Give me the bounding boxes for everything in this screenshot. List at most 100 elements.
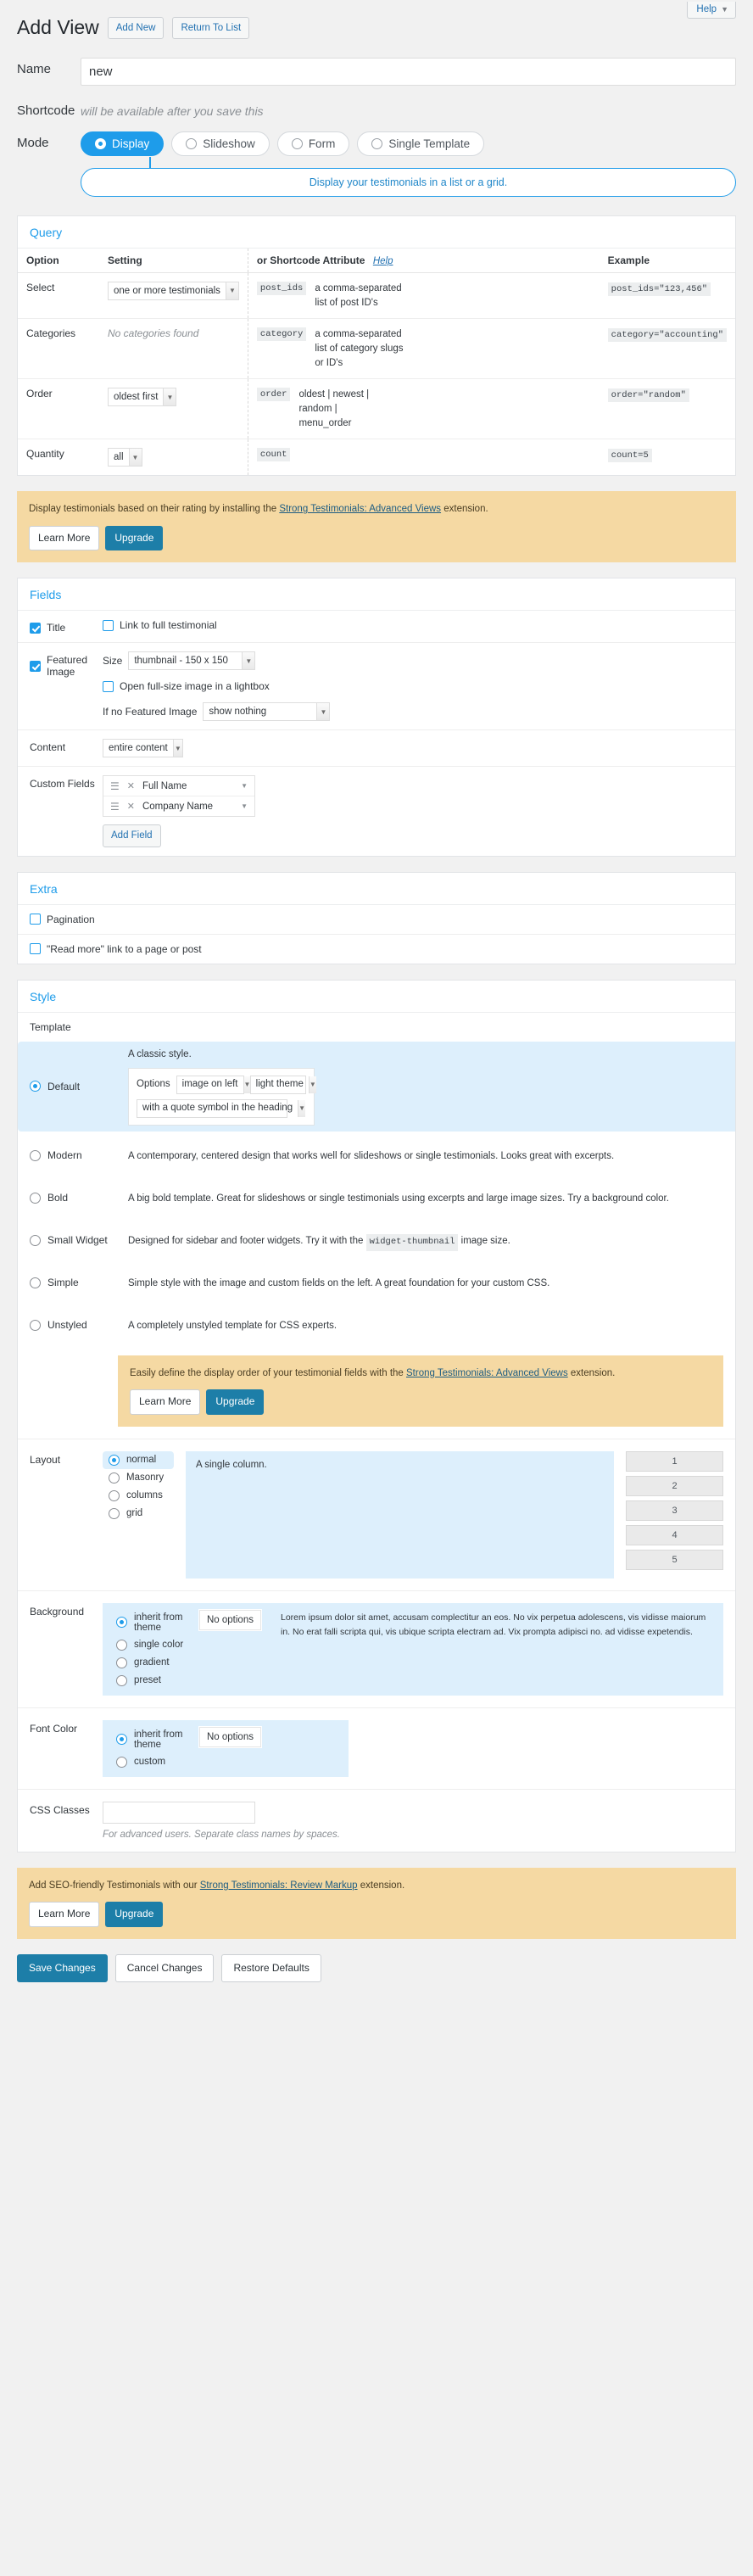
return-to-list-button[interactable]: Return To List	[172, 16, 250, 40]
page-title: Add View	[17, 16, 99, 38]
background-label: Background	[30, 1605, 85, 1618]
help-tab-button[interactable]: Help ▼	[687, 2, 736, 19]
rating-notice-after: extension.	[441, 504, 488, 515]
read-more-checkbox[interactable]	[30, 943, 41, 955]
css-classes-label: CSS Classes	[30, 1803, 90, 1816]
add-field-button[interactable]: Add Field	[103, 824, 161, 847]
extra-row-pagination: Pagination	[18, 905, 735, 935]
background-option-single-color[interactable]: single color	[110, 1636, 198, 1654]
default-options-box: Options image on left ▼ light theme ▼ wi…	[128, 1068, 316, 1126]
advanced-views-link[interactable]: Strong Testimonials: Advanced Views	[406, 1368, 568, 1378]
font-color-no-options: No options	[198, 1725, 262, 1748]
query-row-setting: oldest first ▼	[99, 378, 248, 440]
content-dropdown[interactable]: entire content ▼	[103, 739, 183, 758]
list-item[interactable]: ☰ ✕ Full Name ▼	[103, 776, 254, 797]
query-row-example: count=5	[600, 439, 735, 476]
learn-more-button[interactable]: Learn More	[29, 1902, 100, 1927]
lightbox-checkbox[interactable]	[103, 680, 114, 692]
layout-option-columns[interactable]: columns	[103, 1487, 174, 1505]
if-no-featured-image-dropdown[interactable]: show nothing ▼	[203, 702, 331, 722]
query-row-setting: one or more testimonials ▼	[99, 272, 248, 320]
drag-handle-icon[interactable]: ☰	[110, 802, 120, 812]
learn-more-button[interactable]: Learn More	[29, 525, 100, 551]
pagination-checkbox[interactable]	[30, 914, 41, 925]
template-radio-unstyled[interactable]: Unstyled	[18, 1313, 120, 1337]
quantity-dropdown[interactable]: all ▼	[108, 448, 142, 467]
featured-image-checkbox[interactable]	[30, 660, 41, 672]
query-row-setting: No categories found	[99, 318, 248, 380]
query-row-attribute: post_ids a comma-separated list of post …	[248, 272, 600, 320]
learn-more-button[interactable]: Learn More	[130, 1389, 201, 1415]
remove-icon[interactable]: ✕	[127, 780, 135, 791]
background-option-preset[interactable]: preset	[110, 1672, 198, 1690]
background-option-inherit[interactable]: inherit from theme	[110, 1609, 198, 1636]
radio-icon	[109, 1489, 120, 1501]
mode-pill-display[interactable]: Display	[81, 131, 165, 156]
image-size-dropdown[interactable]: thumbnail - 150 x 150 ▼	[128, 651, 256, 671]
order-notice-before: Easily define the display order of your …	[130, 1368, 406, 1379]
template-radio-bold[interactable]: Bold	[18, 1186, 120, 1210]
field-order-upgrade-notice: Easily define the display order of your …	[118, 1355, 723, 1427]
mode-pill-single-template[interactable]: Single Template	[357, 131, 485, 156]
background-option-gradient-label: gradient	[134, 1657, 170, 1668]
restore-defaults-button[interactable]: Restore Defaults	[221, 1953, 321, 1983]
css-classes-input[interactable]	[103, 1801, 255, 1824]
template-radio-simple[interactable]: Simple	[18, 1271, 120, 1294]
layout-option-grid[interactable]: grid	[103, 1505, 174, 1523]
admin-page: Help ▼ Add View Add New Return To List Na…	[0, 0, 753, 2016]
image-size-value: thumbnail - 150 x 150	[134, 656, 228, 667]
order-dropdown[interactable]: oldest first ▼	[108, 388, 177, 407]
mode-pill-slideshow[interactable]: Slideshow	[171, 131, 270, 156]
if-no-featured-image-label: If no Featured Image	[103, 706, 198, 718]
mode-pill-form-label: Form	[308, 137, 336, 150]
upgrade-button[interactable]: Upgrade	[105, 1902, 164, 1927]
template-name-unstyled: Unstyled	[47, 1319, 87, 1332]
chevron-down-icon[interactable]: ▼	[241, 782, 248, 790]
query-help-link[interactable]: Help	[373, 256, 393, 266]
save-changes-button[interactable]: Save Changes	[17, 1953, 108, 1983]
name-input[interactable]	[81, 57, 736, 86]
template-label: Template	[30, 1020, 71, 1033]
radio-icon	[30, 1149, 41, 1161]
drag-handle-icon[interactable]: ☰	[110, 781, 120, 791]
template-row-simple: Simple Simple style with the image and c…	[18, 1271, 735, 1299]
template-name-simple: Simple	[47, 1277, 79, 1289]
advanced-views-link[interactable]: Strong Testimonials: Advanced Views	[279, 504, 441, 514]
link-to-full-testimonial-checkbox[interactable]	[103, 619, 114, 631]
query-panel-title: Query	[18, 216, 735, 249]
radio-icon	[30, 1192, 41, 1204]
no-categories-text: No categories found	[108, 327, 199, 340]
add-new-button[interactable]: Add New	[107, 16, 165, 40]
mode-pill-form[interactable]: Form	[276, 131, 350, 156]
query-row-attribute: order oldest | newest | random | menu_or…	[248, 378, 600, 440]
list-item[interactable]: ☰ ✕ Company Name ▼	[103, 796, 254, 816]
layout-option-masonry[interactable]: Masonry	[103, 1469, 174, 1487]
chevron-down-icon[interactable]: ▼	[241, 802, 248, 810]
custom-field-name: Full Name	[142, 780, 187, 791]
template-radio-small-widget[interactable]: Small Widget	[18, 1228, 120, 1252]
layout-row: Layout normal Masonry columns grid A sin…	[18, 1439, 735, 1591]
option-quote-symbol-dropdown[interactable]: with a quote symbol in the heading ▼	[137, 1099, 306, 1119]
upgrade-button[interactable]: Upgrade	[105, 525, 164, 551]
radio-icon	[109, 1472, 120, 1484]
template-radio-modern[interactable]: Modern	[18, 1143, 120, 1167]
cancel-changes-button[interactable]: Cancel Changes	[114, 1953, 215, 1983]
layout-option-normal[interactable]: normal	[103, 1450, 174, 1469]
option-image-position-dropdown[interactable]: image on left ▼	[176, 1076, 251, 1095]
select-testimonials-dropdown[interactable]: one or more testimonials ▼	[108, 281, 239, 300]
chevron-down-icon: ▼	[172, 740, 182, 757]
upgrade-button[interactable]: Upgrade	[206, 1389, 265, 1415]
shortcode-hint: will be available after you save this	[81, 103, 264, 118]
review-markup-link[interactable]: Strong Testimonials: Review Markup	[200, 1880, 358, 1891]
query-col-attribute-label: or Shortcode Attribute	[256, 254, 365, 266]
title-checkbox[interactable]	[30, 622, 41, 634]
background-option-gradient[interactable]: gradient	[110, 1654, 198, 1672]
example-code: category="accounting"	[607, 328, 727, 343]
background-preview-text: Lorem ipsum dolor sit amet, accusam comp…	[280, 1612, 706, 1638]
template-radio-default[interactable]: Default	[18, 1041, 120, 1132]
font-color-option-custom[interactable]: custom	[110, 1753, 198, 1771]
template-name-modern: Modern	[47, 1149, 82, 1162]
font-color-option-inherit[interactable]: inherit from theme	[110, 1726, 198, 1753]
option-theme-dropdown[interactable]: light theme ▼	[249, 1076, 316, 1095]
remove-icon[interactable]: ✕	[127, 801, 135, 812]
